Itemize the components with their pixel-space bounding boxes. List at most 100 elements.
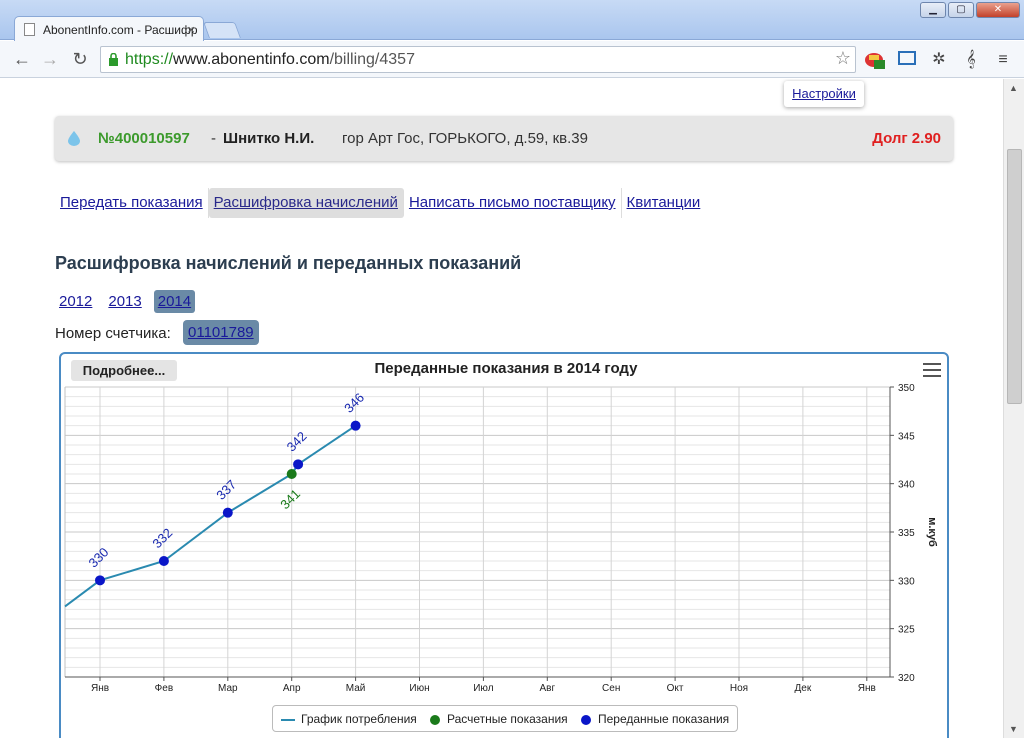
- legend-item-sent[interactable]: Переданные показания: [581, 712, 729, 726]
- blue-dot-icon: [581, 714, 591, 725]
- reload-icon[interactable]: ↻: [68, 48, 92, 70]
- sent-point: [158, 556, 169, 566]
- browser-toolbar: ← → ↻ https://www.abonentinfo.com/billin…: [0, 41, 1024, 78]
- extension-bug-icon[interactable]: ✲: [928, 49, 950, 71]
- sent-point-label: 330: [86, 545, 112, 571]
- window-titlebar: AbonentInfo.com - Расшифр × ▁ ▢ ✕: [0, 0, 1024, 42]
- x-tick-label: Дек: [795, 683, 812, 694]
- browser-tab[interactable]: AbonentInfo.com - Расшифр ×: [14, 16, 204, 42]
- scrollbar-thumb[interactable]: [1007, 149, 1022, 404]
- x-tick-label: Май: [346, 683, 366, 694]
- chart-menu-icon[interactable]: [923, 363, 941, 377]
- url-host: www.abonentinfo.com: [173, 51, 330, 68]
- sent-point: [95, 575, 105, 586]
- account-address: гор Арт Гос, ГОРЬКОГО, д.59, кв.39: [342, 130, 588, 147]
- chart-legend: График потребления Расчетные показания П…: [272, 705, 738, 732]
- legend-item-consumption[interactable]: График потребления: [281, 712, 417, 726]
- settings-popup: Настройки: [784, 81, 864, 107]
- x-tick-label: Янв: [858, 683, 876, 694]
- x-tick-label: Ноя: [730, 683, 748, 694]
- scroll-down-icon[interactable]: ▼: [1009, 724, 1018, 734]
- tab-close-icon[interactable]: ×: [187, 22, 195, 37]
- readings-chart: Янв Фев Мар Апр Май Июн Июл Авг Сен Окт Ноя Дек Янв 3…: [64, 383, 938, 694]
- bookmark-star-icon[interactable]: ☆: [835, 48, 851, 69]
- legend-item-calculated[interactable]: Расчетные показания: [430, 712, 568, 726]
- y-axis-label: м.куб: [926, 517, 938, 547]
- year-2013[interactable]: 2013: [104, 290, 145, 313]
- legend-label-calculated: Расчетные показания: [447, 712, 568, 726]
- account-dash: -: [211, 130, 216, 147]
- new-tab-button[interactable]: [203, 22, 241, 38]
- extension-music-icon[interactable]: 𝄞: [960, 49, 982, 71]
- x-tick-label: Сен: [602, 683, 620, 694]
- line-symbol-icon: [281, 718, 295, 721]
- y-tick-label: 330: [898, 576, 915, 587]
- menu-charges-breakdown[interactable]: Расшифровка начислений: [208, 188, 404, 218]
- y-tick-label: 325: [898, 625, 915, 636]
- account-name: Шнитко Н.И.: [223, 130, 315, 147]
- address-bar[interactable]: https://www.abonentinfo.com/billing/4357…: [100, 46, 856, 73]
- year-2012[interactable]: 2012: [55, 290, 96, 313]
- legend-label-sent: Переданные показания: [598, 712, 730, 726]
- year-selector: 2012 2013 2014: [55, 290, 196, 313]
- sent-point-label: 332: [149, 525, 175, 551]
- y-tick-label: 350: [898, 383, 915, 394]
- x-tick-label: Июн: [409, 683, 429, 694]
- back-arrow-icon[interactable]: ←: [10, 48, 34, 70]
- sent-point-label: 337: [213, 477, 239, 503]
- y-tick-label: 345: [898, 431, 915, 442]
- page-scrollbar[interactable]: ▲ ▼: [1003, 79, 1024, 738]
- sent-point-label: 342: [284, 429, 310, 455]
- calculated-point-label: 341: [277, 486, 303, 512]
- chart-title: Переданные показания в 2014 году: [374, 360, 638, 377]
- billing-menu: Передать показания Расшифровка начислени…: [55, 188, 705, 218]
- menu-submit-readings[interactable]: Передать показания: [55, 188, 209, 218]
- minimize-button[interactable]: ▁: [920, 2, 946, 18]
- x-tick-label: Июл: [473, 683, 493, 694]
- year-2014[interactable]: 2014: [153, 290, 196, 313]
- x-tick-label: Янв: [91, 683, 109, 694]
- legend-label-consumption: График потребления: [301, 712, 417, 726]
- forward-arrow-icon[interactable]: →: [38, 48, 62, 70]
- y-tick-label: 320: [898, 673, 915, 684]
- maximize-button[interactable]: ▢: [948, 2, 974, 18]
- menu-receipts[interactable]: Квитанции: [622, 188, 706, 218]
- account-bar: №400010597 - Шнитко Н.И. гор Арт Гос, ГО…: [55, 116, 953, 161]
- section-title: Расшифровка начислений и переданных пока…: [55, 253, 522, 273]
- extension-mail-icon[interactable]: [864, 49, 886, 71]
- settings-link[interactable]: Настройки: [792, 86, 856, 101]
- x-tick-label: Фев: [155, 683, 173, 694]
- chrome-menu-icon[interactable]: ≡: [992, 49, 1014, 71]
- x-tick-label: Окт: [667, 683, 684, 694]
- consumption-line: [64, 424, 357, 608]
- sent-point: [293, 459, 304, 470]
- x-tick-label: Мар: [218, 683, 238, 694]
- lock-icon: [109, 53, 118, 66]
- green-dot-icon: [430, 714, 440, 725]
- scroll-up-icon[interactable]: ▲: [1009, 83, 1018, 93]
- meter-number[interactable]: 01101789: [183, 320, 259, 345]
- water-drop-icon: [68, 131, 80, 146]
- y-tick-label: 335: [898, 528, 915, 539]
- chart-panel: Янв Фев Мар Апр Май Июн Июл Авг Сен Окт Ноя Дек Янв 3…: [59, 352, 949, 738]
- close-window-button[interactable]: ✕: [976, 2, 1020, 18]
- account-debt: Долг 2.90: [872, 130, 941, 147]
- tab-title: AbonentInfo.com - Расшифр: [43, 23, 198, 37]
- y-tick-label: 340: [898, 480, 915, 491]
- x-tick-label: Апр: [283, 683, 301, 694]
- page-icon: [24, 23, 35, 36]
- extension-screen-icon[interactable]: [896, 49, 918, 71]
- url-scheme: https://: [125, 51, 174, 68]
- sent-point: [350, 420, 361, 431]
- meter-label: Номер счетчика:: [55, 325, 171, 342]
- window-controls: ▁ ▢ ✕: [920, 2, 1020, 18]
- x-tick-label: Авг: [539, 683, 555, 694]
- account-number: №400010597: [98, 130, 190, 147]
- sent-point-label: 346: [341, 390, 367, 416]
- url-path: /billing/4357: [329, 51, 415, 68]
- calculated-point: [286, 469, 297, 479]
- page-content: Настройки №400010597 - Шнитко Н.И. гор А…: [0, 79, 1003, 738]
- menu-write-supplier[interactable]: Написать письмо поставщику: [404, 188, 622, 218]
- more-details-button[interactable]: Подробнее...: [71, 360, 177, 381]
- sent-point: [222, 507, 233, 518]
